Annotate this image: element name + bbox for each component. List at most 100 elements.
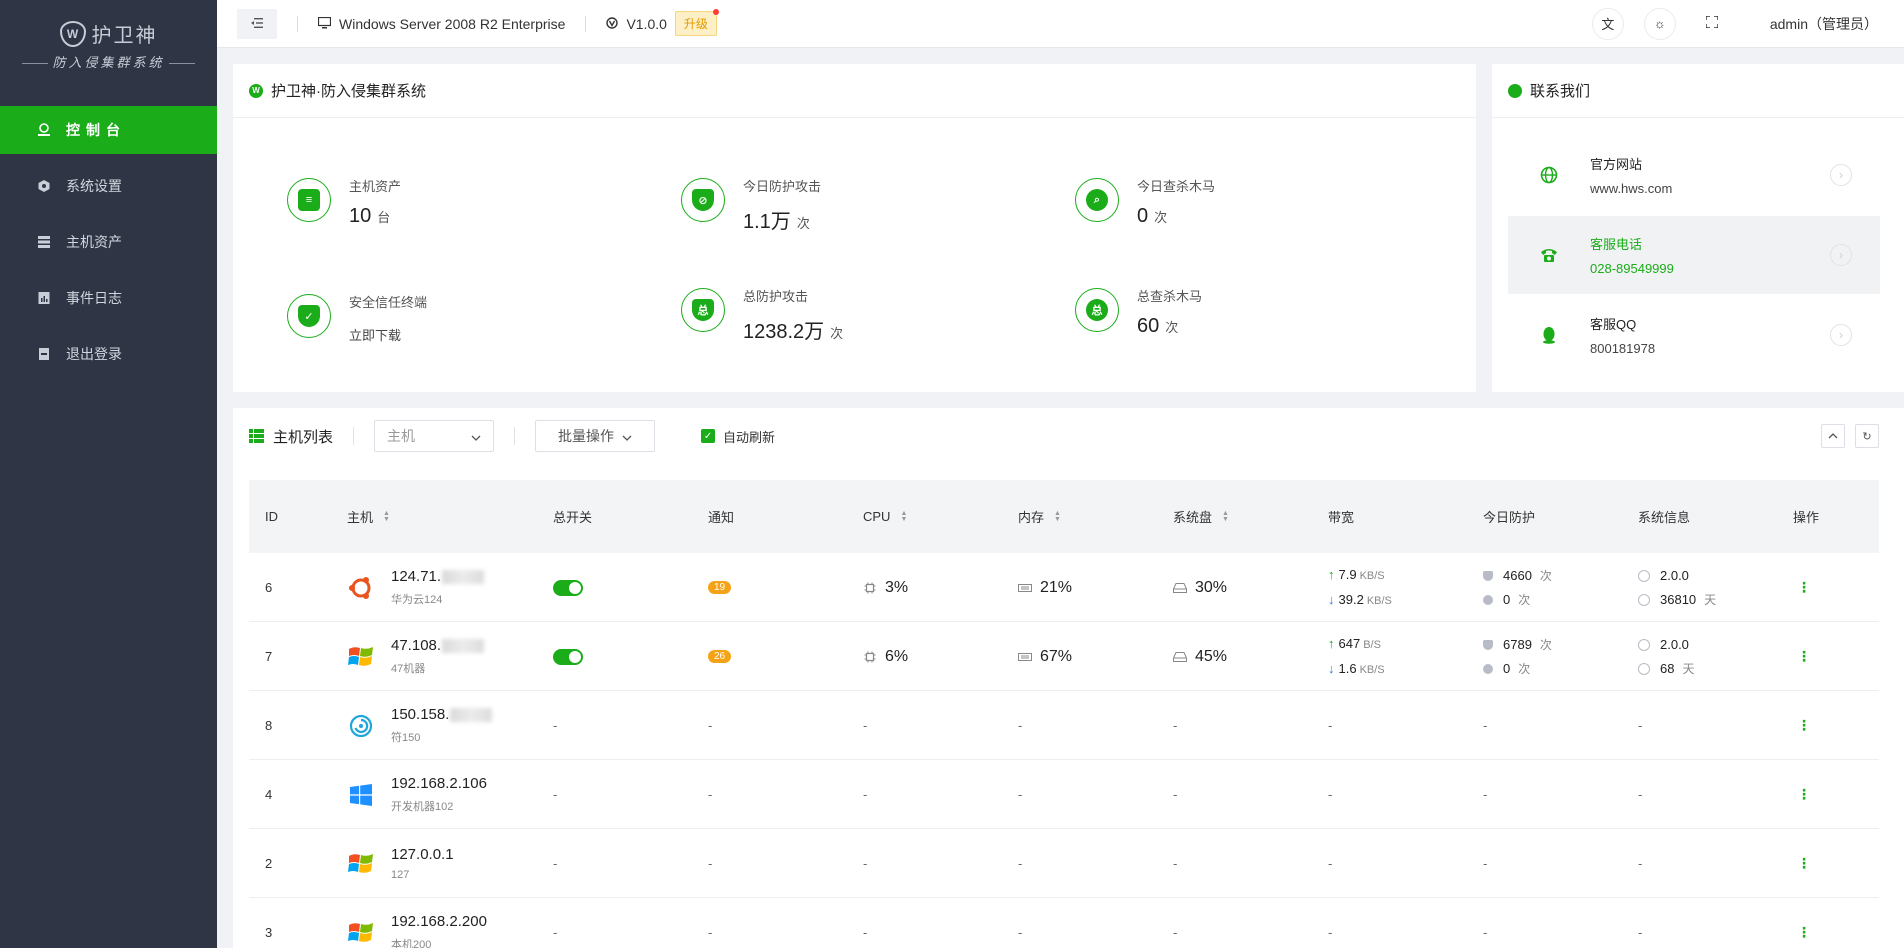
table-row[interactable]: 6 124.71. 华为云124 19 3% 21% 30% ↑ 7.9 KB/S ↓ 3…	[249, 553, 1879, 622]
chevron-right-icon: ›	[1830, 244, 1852, 266]
fullscreen-button[interactable]	[1695, 7, 1728, 40]
sidebar-item-logs[interactable]: 事件日志	[0, 274, 217, 322]
translate-button[interactable]: 文	[1591, 7, 1624, 40]
sidebar-item-label: 事件日志	[66, 290, 122, 306]
sun-icon: ☼	[1653, 16, 1666, 31]
more-vertical-icon[interactable]: ⋮	[1797, 924, 1811, 941]
host-assets-icon: ≡	[287, 178, 331, 222]
empty-value: -	[553, 925, 558, 940]
host-name: 符150	[391, 732, 421, 744]
col-disk[interactable]: 系统盘 ▲ ▼	[1173, 480, 1229, 553]
host-filter-select[interactable]: 主机	[374, 420, 495, 452]
more-vertical-icon[interactable]: ⋮	[1797, 579, 1811, 596]
table-row[interactable]: 8 150.158. 符150 - - - - - - - - ⋮	[249, 691, 1879, 760]
download-link[interactable]: 立即下载	[349, 325, 427, 344]
empty-value: -	[708, 925, 713, 940]
version-info: V1.0.0 升级	[606, 9, 719, 36]
contact-title: 联系我们	[1530, 83, 1591, 100]
contact-qq[interactable]: 客服QQ 800181978 ›	[1508, 296, 1880, 374]
empty-value: -	[1328, 718, 1333, 733]
toggle-on[interactable]	[553, 648, 583, 665]
disk-value: 45%	[1195, 647, 1228, 665]
mem-value: 67%	[1040, 647, 1073, 665]
windows-logo-icon	[347, 643, 375, 671]
table-header: ID 主机 ▲ ▼ 总开关 通知 CPU ▲ ▼ 内存 ▲ ▼ 系统盘 ▲ ▼ 带宽 今日防护 …	[249, 480, 1879, 553]
topbar: Windows Server 2008 R2 Enterprise V1.0.0…	[217, 0, 1904, 48]
redacted-mask	[450, 708, 493, 723]
dashboard-icon	[36, 122, 52, 138]
version-icon	[1638, 570, 1650, 583]
menu-toggle-button[interactable]	[237, 8, 277, 39]
table-row[interactable]: 3 192.168.2.200 本机200 - - - - - - - - ⋮	[249, 898, 1879, 948]
collapse-button[interactable]	[1821, 424, 1845, 448]
theme-button[interactable]: ☼	[1643, 7, 1676, 40]
col-host[interactable]: 主机 ▲ ▼	[347, 480, 390, 553]
row-actions[interactable]: ⋮	[1797, 760, 1811, 829]
windows10-logo-icon	[347, 781, 375, 809]
host-ip: 192.168.2.200	[391, 913, 487, 930]
trusted-terminal-icon: ✓	[287, 294, 331, 338]
more-vertical-icon[interactable]: ⋮	[1797, 648, 1811, 665]
empty-value: -	[1173, 856, 1178, 871]
more-vertical-icon[interactable]: ⋮	[1797, 855, 1811, 872]
batch-label: 批量操作	[558, 428, 615, 444]
stat-label: 总查杀木马	[1137, 289, 1203, 304]
empty-value: -	[863, 718, 868, 733]
cpu-icon	[863, 651, 877, 662]
disk-icon	[1173, 651, 1187, 662]
row-actions[interactable]: ⋮	[1797, 553, 1811, 622]
col-protection: 今日防护	[1483, 510, 1536, 525]
prot-attack: 4660	[1503, 567, 1532, 583]
prot-attack: 6789	[1503, 636, 1532, 652]
table-row[interactable]: 4 192.168.2.106 开发机器102 - - - - - - - - ⋮	[249, 760, 1879, 829]
sidebar-item-settings[interactable]: 系统设置	[0, 162, 217, 210]
bw-up: 647	[1338, 635, 1361, 651]
arrow-down-icon: ↓	[1328, 591, 1335, 607]
empty-value: -	[863, 787, 868, 802]
uptime-unit: 天	[1704, 592, 1717, 607]
empty-value: -	[1173, 925, 1178, 940]
col-actions: 操作	[1793, 510, 1820, 525]
toggle-on[interactable]	[553, 579, 583, 596]
contact-website[interactable]: 官方网站 www.hws.com ›	[1508, 136, 1880, 214]
empty-value: -	[553, 856, 558, 871]
master-switch[interactable]	[553, 553, 583, 622]
row-actions[interactable]: ⋮	[1797, 622, 1811, 691]
brand-logo: W 护卫神 防入侵集群系统	[0, 0, 217, 90]
cpu-icon	[863, 582, 877, 593]
sidebar-item-dashboard[interactable]: 控制台	[0, 106, 217, 154]
host-id: 8	[265, 718, 273, 733]
upgrade-button[interactable]: 升级	[674, 9, 719, 36]
refresh-button[interactable]: ↻	[1855, 424, 1879, 448]
contact-label: 客服QQ	[1590, 317, 1637, 332]
sidebar-item-label: 系统设置	[66, 178, 122, 194]
row-actions[interactable]: ⋮	[1797, 898, 1811, 948]
col-cpu[interactable]: CPU ▲ ▼	[863, 480, 907, 553]
notify-badge[interactable]: 26	[708, 650, 732, 663]
auto-refresh-checkbox[interactable]: ✓ 自动刷新	[701, 427, 775, 446]
table-row[interactable]: 7 47.108. 47机器 26 6% 67% 45% ↑ 647 B/S ↓ 1.6 K…	[249, 622, 1879, 691]
host-id: 2	[265, 856, 273, 871]
empty-value: -	[1638, 787, 1643, 802]
contact-phone[interactable]: 客服电话 028-89549999 ›	[1508, 216, 1880, 294]
sidebar-item-label: 主机资产	[66, 234, 122, 250]
user-menu[interactable]: admin（管理员）	[1770, 14, 1878, 34]
row-actions[interactable]: ⋮	[1797, 829, 1811, 898]
table-row[interactable]: 2 127.0.0.1 127 - - - - - - - - ⋮	[249, 829, 1879, 898]
sidebar-item-hosts[interactable]: 主机资产	[0, 218, 217, 266]
more-vertical-icon[interactable]: ⋮	[1797, 717, 1811, 734]
arrow-up-icon: ↑	[1328, 566, 1335, 582]
empty-value: -	[1483, 787, 1488, 802]
row-actions[interactable]: ⋮	[1797, 691, 1811, 760]
col-memory[interactable]: 内存 ▲ ▼	[1018, 480, 1061, 553]
notify-badge[interactable]: 19	[708, 581, 732, 594]
memory-icon	[1018, 652, 1032, 662]
col-label: 系统盘	[1173, 510, 1213, 525]
col-label: CPU	[863, 509, 891, 524]
master-switch[interactable]	[553, 622, 583, 691]
more-vertical-icon[interactable]: ⋮	[1797, 786, 1811, 803]
bw-down: 39.2	[1338, 591, 1364, 607]
stat-value: 0	[1137, 205, 1149, 227]
batch-actions-button[interactable]: 批量操作	[535, 420, 656, 452]
sidebar-item-logout[interactable]: 退出登录	[0, 330, 217, 378]
